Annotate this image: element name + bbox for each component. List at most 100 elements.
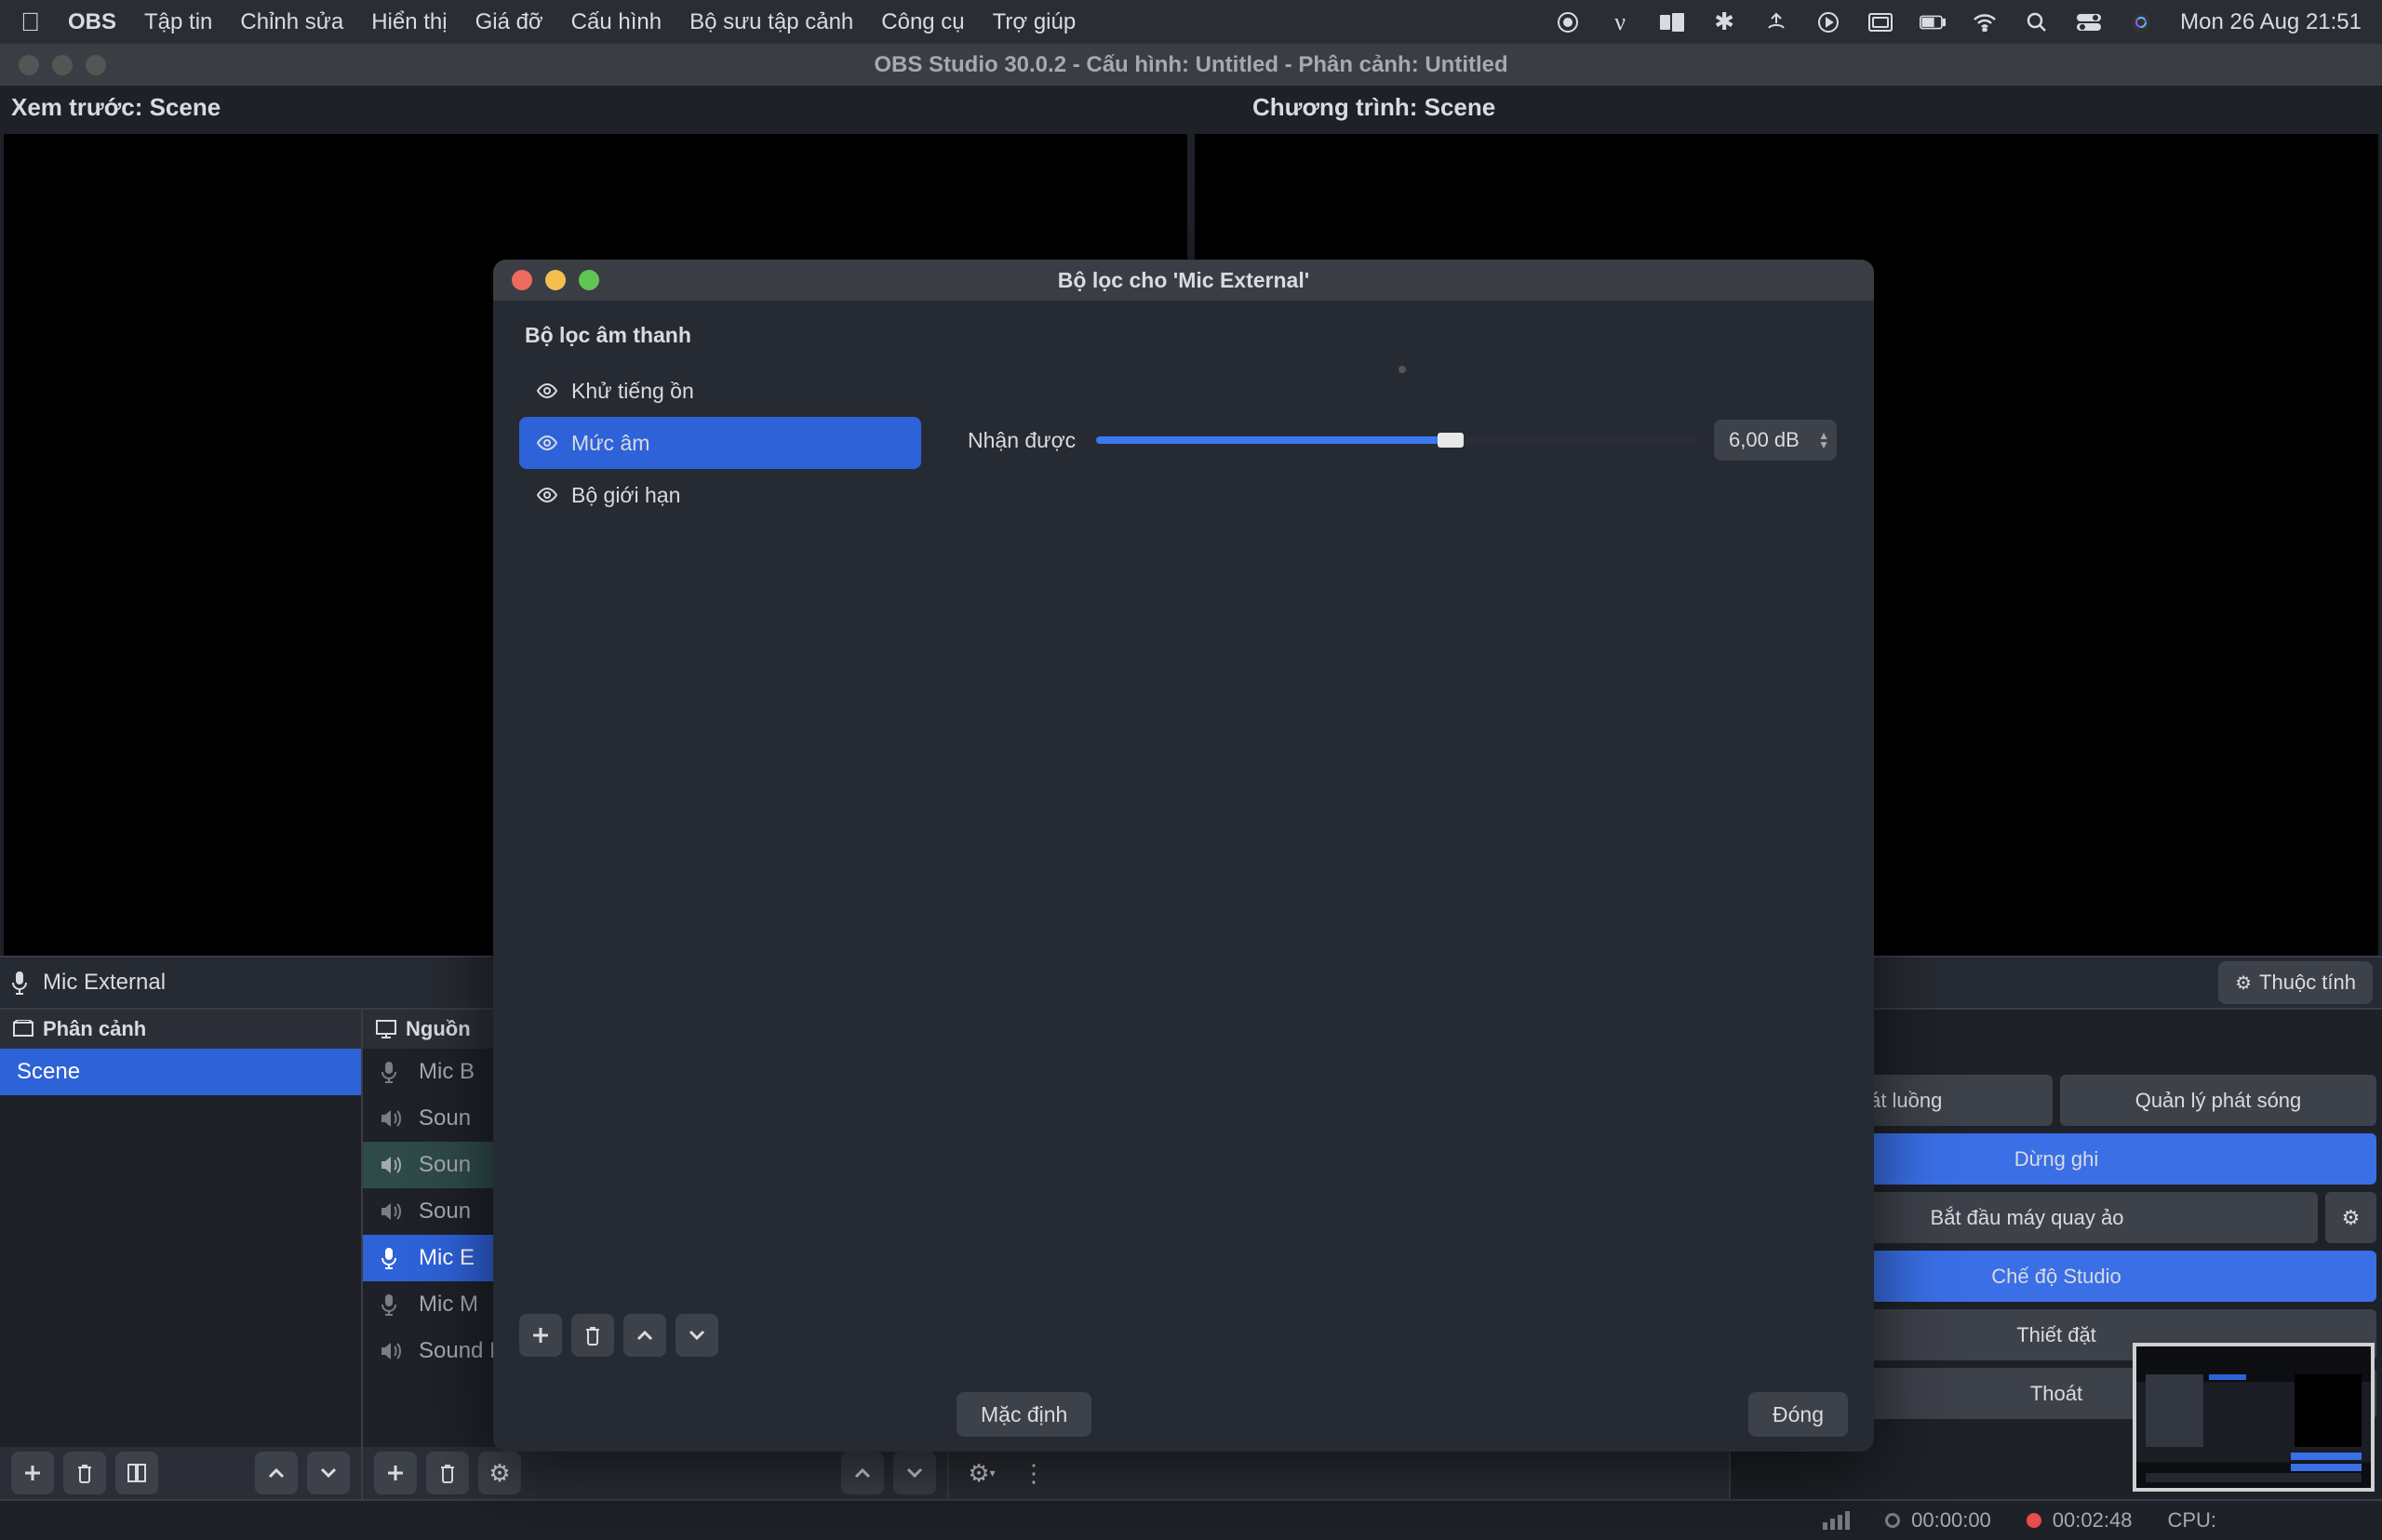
add-source-button[interactable] bbox=[374, 1452, 417, 1494]
stream-time: 00:00:00 bbox=[1911, 1508, 1991, 1533]
sources-dock-icon bbox=[376, 1020, 396, 1038]
preview-label-right: Chương trình: Scene bbox=[1141, 86, 2382, 134]
scenes-dock-icon bbox=[13, 1020, 33, 1038]
bluetooth-icon[interactable]: ✱ bbox=[1711, 9, 1737, 35]
preview-label-left: Xem trước: Scene bbox=[0, 86, 1141, 134]
drag-handle-icon[interactable] bbox=[1398, 366, 1406, 373]
obs-tray-icon[interactable] bbox=[1555, 9, 1581, 35]
scene-up-button[interactable] bbox=[255, 1452, 298, 1494]
spinbox-arrows-icon[interactable]: ▲▼ bbox=[1818, 431, 1829, 449]
source-item-label: Soun bbox=[419, 1105, 471, 1132]
scene-item[interactable]: Scene bbox=[0, 1049, 361, 1095]
dialog-title: Bộ lọc cho 'Mic External' bbox=[1058, 268, 1309, 293]
source-item-label: Mic E bbox=[419, 1245, 475, 1271]
microphone-icon bbox=[380, 1061, 404, 1083]
mixer-advanced-button[interactable]: ⚙▾ bbox=[960, 1452, 1003, 1494]
filter-up-button[interactable] bbox=[623, 1314, 666, 1357]
scene-down-button[interactable] bbox=[307, 1452, 350, 1494]
gear-icon: ⚙ bbox=[2235, 971, 2252, 995]
scene-filter-button[interactable] bbox=[115, 1452, 158, 1494]
scene-item-label: Scene bbox=[17, 1059, 80, 1085]
source-properties-button[interactable]: ⚙ bbox=[478, 1452, 521, 1494]
source-item-label: Soun bbox=[419, 1152, 471, 1178]
source-up-button[interactable] bbox=[841, 1452, 884, 1494]
menu-scenecollection[interactable]: Bộ sưu tập cảnh bbox=[689, 9, 853, 35]
menu-edit[interactable]: Chỉnh sửa bbox=[240, 9, 343, 35]
filters-dialog: Bộ lọc cho 'Mic External' Bộ lọc âm than… bbox=[493, 260, 1874, 1452]
scenes-dock-title: Phân cảnh bbox=[43, 1017, 146, 1041]
sources-dock-title: Nguồn bbox=[406, 1017, 471, 1041]
mixer-menu-button[interactable]: ⋮ bbox=[1012, 1452, 1055, 1494]
microphone-icon bbox=[380, 1247, 404, 1269]
record-indicator-icon bbox=[2027, 1513, 2041, 1528]
menu-help[interactable]: Trợ giúp bbox=[993, 9, 1077, 35]
window-title: OBS Studio 30.0.2 - Cấu hình: Untitled -… bbox=[874, 52, 1507, 78]
filter-item[interactable]: Bộ giới hạn bbox=[519, 469, 921, 521]
airdrop-icon[interactable] bbox=[1763, 9, 1789, 35]
virtualcam-settings-button[interactable]: ⚙ bbox=[2325, 1192, 2376, 1243]
stage-manager-icon[interactable] bbox=[1867, 9, 1894, 35]
properties-button[interactable]: ⚙ Thuộc tính bbox=[2218, 961, 2373, 1004]
add-filter-button[interactable] bbox=[519, 1314, 562, 1357]
dialog-titlebar: Bộ lọc cho 'Mic External' bbox=[493, 260, 1874, 301]
window-titlebar: OBS Studio 30.0.2 - Cấu hình: Untitled -… bbox=[0, 44, 2382, 86]
menu-docks[interactable]: Giá đỡ bbox=[475, 9, 543, 35]
menu-file[interactable]: Tập tin bbox=[144, 9, 212, 35]
signal-bars-icon bbox=[1823, 1511, 1850, 1530]
menubar-clock[interactable]: Mon 26 Aug 21:51 bbox=[2180, 9, 2362, 35]
filter-item-label: Khử tiếng ồn bbox=[571, 379, 694, 404]
add-scene-button[interactable] bbox=[11, 1452, 54, 1494]
source-item-label: Soun bbox=[419, 1199, 471, 1225]
speaker-icon bbox=[380, 1201, 404, 1222]
spotlight-icon[interactable] bbox=[2024, 9, 2050, 35]
filter-down-button[interactable] bbox=[676, 1314, 718, 1357]
speaker-icon bbox=[380, 1341, 404, 1361]
stream-indicator-icon bbox=[1885, 1513, 1900, 1528]
defaults-button[interactable]: Mặc định bbox=[957, 1392, 1091, 1437]
display-arrangement-icon[interactable] bbox=[1659, 9, 1685, 35]
window-traffic-lights[interactable] bbox=[19, 55, 106, 75]
speaker-icon bbox=[380, 1155, 404, 1175]
remove-scene-button[interactable] bbox=[63, 1452, 106, 1494]
remove-source-button[interactable] bbox=[426, 1452, 469, 1494]
microphone-icon bbox=[380, 1293, 404, 1316]
slider-thumb[interactable] bbox=[1438, 433, 1464, 448]
properties-label: Thuộc tính bbox=[2259, 971, 2356, 995]
visibility-toggle-icon[interactable] bbox=[536, 484, 558, 506]
battery-icon[interactable] bbox=[1920, 9, 1946, 35]
context-source-name: Mic External bbox=[43, 970, 166, 996]
menu-profile[interactable]: Cấu hình bbox=[571, 9, 662, 35]
dialog-traffic-lights[interactable] bbox=[512, 270, 599, 290]
menu-extra-v-icon[interactable]: ν bbox=[1607, 9, 1633, 35]
gain-value: 6,00 dB bbox=[1729, 428, 1800, 452]
gain-spinbox[interactable]: 6,00 dB ▲▼ bbox=[1714, 420, 1837, 461]
gain-slider[interactable] bbox=[1096, 436, 1697, 444]
speaker-icon bbox=[380, 1108, 404, 1129]
control-center-icon[interactable] bbox=[2076, 9, 2102, 35]
cpu-usage: CPU: bbox=[2167, 1508, 2216, 1533]
record-time-segment: 00:02:48 bbox=[2027, 1508, 2133, 1533]
remove-filter-button[interactable] bbox=[571, 1314, 614, 1357]
visibility-toggle-icon[interactable] bbox=[536, 432, 558, 454]
wifi-icon[interactable] bbox=[1972, 9, 1998, 35]
source-down-button[interactable] bbox=[893, 1452, 936, 1494]
macos-menubar:  OBS Tập tin Chỉnh sửa Hiển thị Giá đỡ … bbox=[0, 0, 2382, 44]
record-time: 00:02:48 bbox=[2053, 1508, 2133, 1533]
filter-item[interactable]: Khử tiếng ồn bbox=[519, 365, 921, 417]
menu-view[interactable]: Hiển thị bbox=[371, 9, 447, 35]
siri-icon[interactable] bbox=[2128, 9, 2154, 35]
manage-broadcast-button[interactable]: Quản lý phát sóng bbox=[2060, 1075, 2376, 1126]
scenes-dock: Phân cảnh Scene bbox=[0, 1010, 363, 1499]
visibility-toggle-icon[interactable] bbox=[536, 380, 558, 402]
close-button[interactable]: Đóng bbox=[1748, 1392, 1848, 1437]
filter-item[interactable]: Mức âm bbox=[519, 417, 921, 469]
apple-menu[interactable]:  bbox=[20, 7, 40, 37]
source-item-label: Mic M bbox=[419, 1292, 478, 1318]
multiview-thumbnail[interactable] bbox=[2133, 1343, 2375, 1492]
menu-tools[interactable]: Công cụ bbox=[881, 9, 964, 35]
gain-label: Nhận được bbox=[968, 428, 1079, 453]
cpu-label: CPU: bbox=[2167, 1508, 2216, 1533]
audio-filters-heading: Bộ lọc âm thanh bbox=[519, 323, 921, 348]
app-menu[interactable]: OBS bbox=[68, 9, 116, 35]
playback-icon[interactable] bbox=[1815, 9, 1841, 35]
